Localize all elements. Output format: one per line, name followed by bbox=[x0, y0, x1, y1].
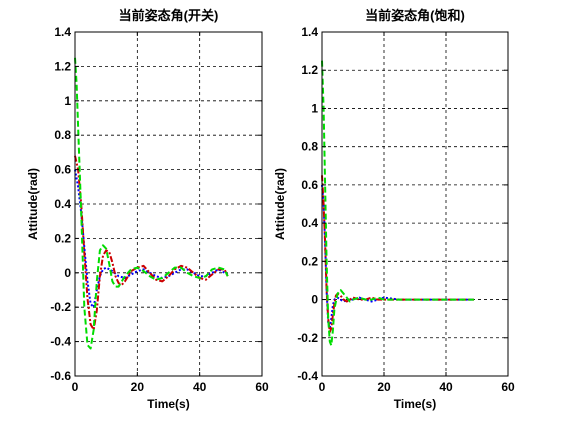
x-tick-label: 0 bbox=[72, 380, 79, 394]
y-tick-label: 0 bbox=[64, 266, 71, 280]
y-tick-label: 1.4 bbox=[54, 25, 71, 39]
y-tick-label: 1.4 bbox=[301, 25, 318, 39]
y-tick-label: -0.2 bbox=[50, 300, 71, 314]
y-tick-label: 1.2 bbox=[54, 59, 71, 73]
y-tick-label: -0.4 bbox=[297, 369, 318, 383]
y-tick-label: 0.6 bbox=[301, 178, 318, 192]
y-tick-label: 0.8 bbox=[301, 140, 318, 154]
x-tick-label: 60 bbox=[501, 380, 515, 394]
x-tick-label: 0 bbox=[319, 380, 326, 394]
right-plot-saturation: 0 20 40 60 -0.4 -0.2 0 0.2 0.4 0.6 0.8 1 1.2 1.4 当前姿态角… bbox=[273, 8, 515, 411]
y-tick-label: 0.6 bbox=[54, 163, 71, 177]
x-axis-label: Time(s) bbox=[147, 397, 189, 411]
x-axis-label: Time(s) bbox=[394, 397, 436, 411]
y-tick-label: 1 bbox=[64, 94, 71, 108]
y-axis-label: Attitude(rad) bbox=[26, 168, 40, 240]
y-tick-label: 0 bbox=[311, 293, 318, 307]
x-tick-label: 40 bbox=[193, 380, 207, 394]
x-tick-label: 60 bbox=[255, 380, 269, 394]
y-axis-label: Attitude(rad) bbox=[273, 168, 287, 240]
y-tick-label: -0.6 bbox=[50, 369, 71, 383]
x-tick-label: 20 bbox=[377, 380, 391, 394]
chart-title: 当前姿态角(开关) bbox=[119, 8, 219, 23]
chart-title: 当前姿态角(饱和) bbox=[365, 8, 465, 23]
y-tick-label: 1.2 bbox=[301, 63, 318, 77]
y-tick-label: 0.4 bbox=[54, 197, 71, 211]
y-tick-label: 1 bbox=[311, 101, 318, 115]
y-tick-label: 0.2 bbox=[54, 231, 71, 245]
x-tick-label: 20 bbox=[131, 380, 145, 394]
figure: 0 20 40 60 -0.6 -0.4 -0.2 0 0.2 0.4 0.6 0.8 1 1.2 1.4 当… bbox=[26, 8, 515, 411]
plot-area bbox=[322, 32, 508, 376]
y-tick-label: -0.4 bbox=[50, 335, 71, 349]
left-plot-switching: 0 20 40 60 -0.6 -0.4 -0.2 0 0.2 0.4 0.6 0.8 1 1.2 1.4 当… bbox=[26, 8, 269, 411]
x-tick-label: 40 bbox=[439, 380, 453, 394]
y-tick-label: -0.2 bbox=[297, 331, 318, 345]
y-tick-label: 0.8 bbox=[54, 128, 71, 142]
y-tick-label: 0.2 bbox=[301, 254, 318, 268]
y-tick-label: 0.4 bbox=[301, 216, 318, 230]
